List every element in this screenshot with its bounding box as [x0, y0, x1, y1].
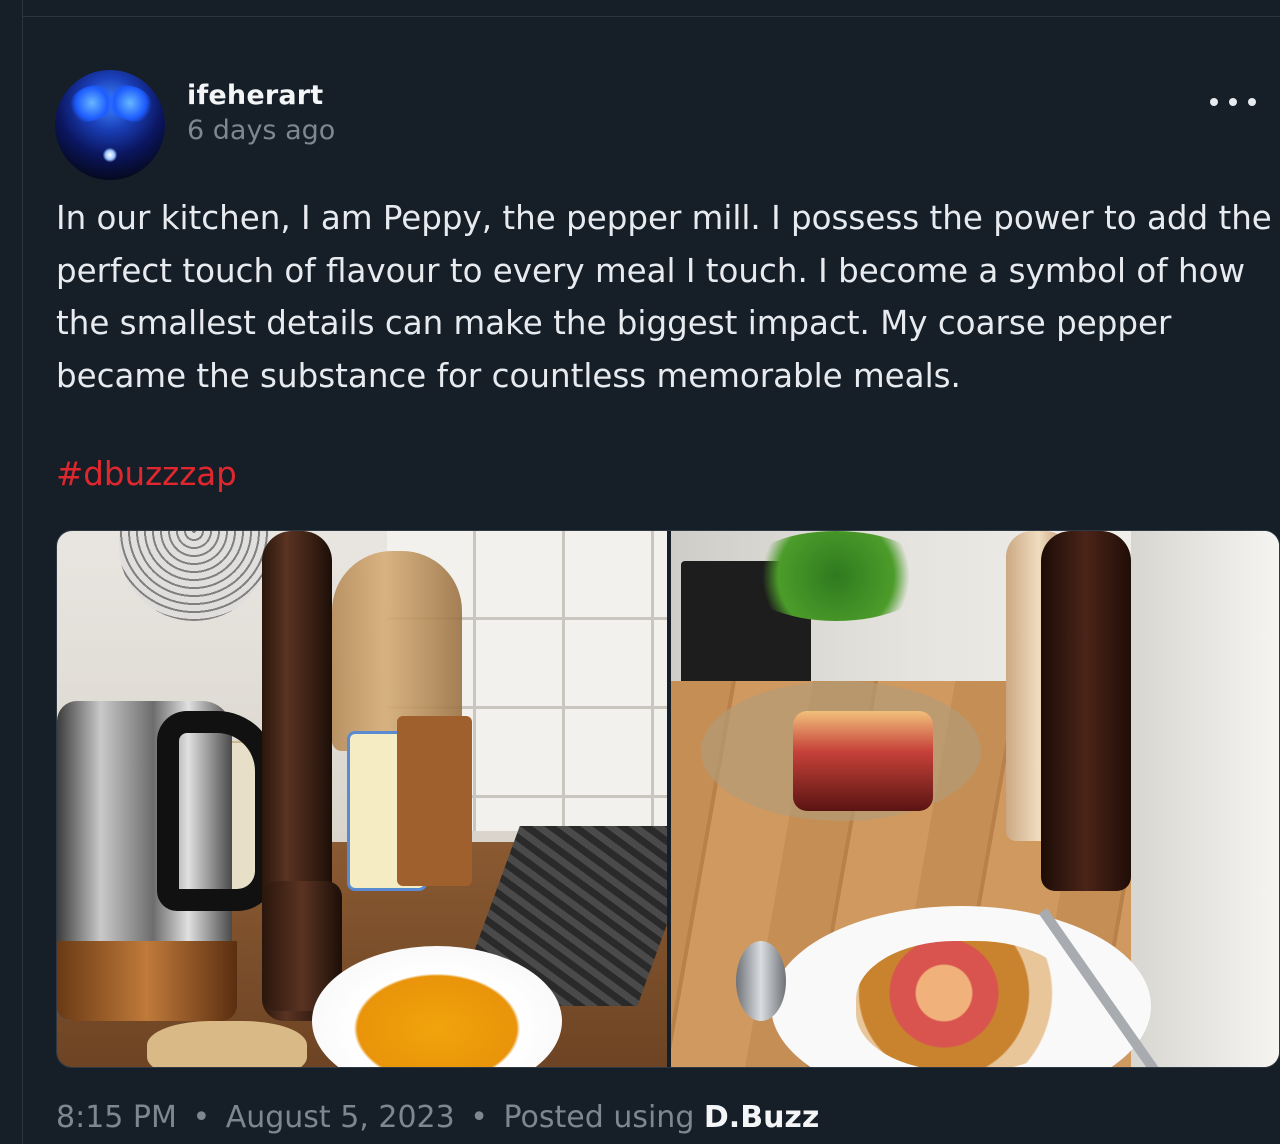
post-meta: 8:15 PM • August 5, 2023 • Posted using … [56, 1100, 819, 1135]
more-dot [1248, 98, 1256, 106]
shrimp-pasta [856, 941, 1076, 1067]
post-date[interactable]: August 5, 2023 [226, 1100, 455, 1135]
side-wall [1131, 531, 1279, 1067]
meta-separator: • [192, 1100, 211, 1135]
post-card: ifeherart 6 days ago In our kitchen, I a… [0, 0, 1280, 1144]
spoon [736, 941, 786, 1021]
posted-using-label: Posted using [503, 1100, 695, 1135]
post-image-2[interactable] [671, 531, 1279, 1067]
post-images [56, 530, 1280, 1068]
bread [147, 1021, 307, 1067]
more-dot [1229, 98, 1237, 106]
candle [793, 711, 933, 811]
post-body: In our kitchen, I am Peppy, the pepper m… [56, 199, 1272, 395]
app-name-link[interactable]: D.Buzz [704, 1100, 819, 1135]
post-time-ago[interactable]: 6 days ago [187, 115, 335, 146]
more-dot [1210, 98, 1218, 106]
plant [741, 531, 931, 621]
dark-pepper-mill [1041, 531, 1131, 891]
fan [119, 531, 269, 621]
avatar-glow [103, 148, 117, 162]
kettle-base [57, 941, 237, 1021]
more-options-icon[interactable] [1208, 88, 1258, 116]
avatar[interactable] [55, 70, 165, 180]
kettle-handle [157, 711, 277, 911]
username[interactable]: ifeherart [187, 80, 323, 111]
hashtag-link[interactable]: #dbuzzzap [56, 455, 237, 493]
knife-block [397, 716, 472, 886]
meta-separator: • [470, 1100, 488, 1135]
post-time: 8:15 PM [56, 1100, 177, 1135]
avatar-wing-right [102, 79, 158, 127]
post-image-1[interactable] [57, 531, 667, 1067]
